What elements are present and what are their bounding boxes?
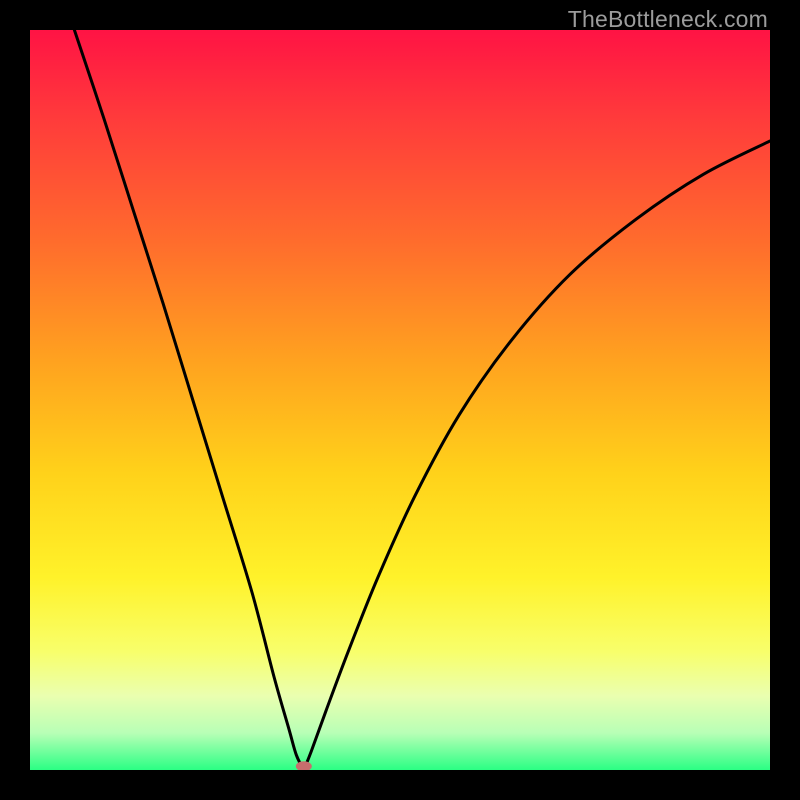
right-branch-curve: [304, 141, 770, 770]
left-branch-curve: [74, 30, 303, 770]
curve-layer: [30, 30, 770, 770]
watermark-label: TheBottleneck.com: [568, 6, 768, 33]
plot-area: [30, 30, 770, 770]
chart-frame: TheBottleneck.com: [0, 0, 800, 800]
